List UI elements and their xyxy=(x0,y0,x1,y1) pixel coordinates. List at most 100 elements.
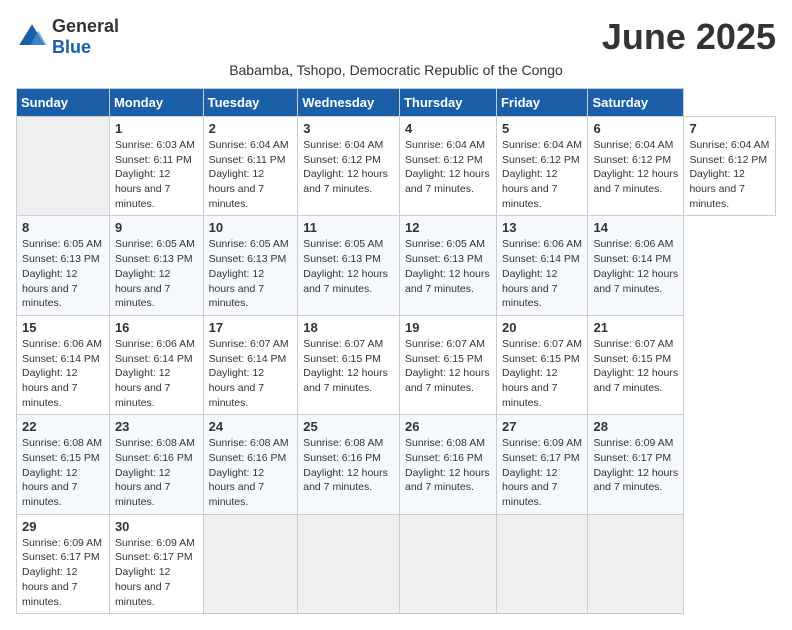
day-info: Sunrise: 6:05 AMSunset: 6:13 PMDaylight:… xyxy=(405,237,491,296)
day-number: 9 xyxy=(115,220,198,235)
column-header-wednesday: Wednesday xyxy=(298,89,400,117)
day-info: Sunrise: 6:06 AMSunset: 6:14 PMDaylight:… xyxy=(22,337,104,410)
day-info: Sunrise: 6:07 AMSunset: 6:15 PMDaylight:… xyxy=(303,337,394,396)
table-row: 8Sunrise: 6:05 AMSunset: 6:13 PMDaylight… xyxy=(17,216,110,315)
column-header-monday: Monday xyxy=(109,89,203,117)
day-info: Sunrise: 6:04 AMSunset: 6:12 PMDaylight:… xyxy=(502,138,582,211)
table-row: 27 Sunrise: 6:09 AMSunset: 6:17 PMDayligh… xyxy=(496,415,587,514)
table-row: 7Sunrise: 6:04 AMSunset: 6:12 PMDaylight… xyxy=(684,117,776,216)
table-row: 14Sunrise: 6:06 AMSunset: 6:14 PMDayligh… xyxy=(588,216,684,315)
day-info: Sunrise: 6:08 AMSunset: 6:16 PMDaylight:… xyxy=(303,436,394,495)
day-number: 26 xyxy=(405,419,491,434)
table-row: 16Sunrise: 6:06 AMSunset: 6:14 PMDayligh… xyxy=(109,315,203,414)
table-row xyxy=(298,514,400,613)
table-row xyxy=(496,514,587,613)
day-info: Sunrise: 6:09 AMSunset: 6:17 PMDaylight:… xyxy=(593,436,678,495)
table-row: 19 Sunrise: 6:07 AMSunset: 6:15 PMDayligh… xyxy=(399,315,496,414)
table-row: 15 Sunrise: 6:06 AMSunset: 6:14 PMDayligh… xyxy=(17,315,110,414)
day-info: Sunrise: 6:08 AMSunset: 6:16 PMDaylight:… xyxy=(115,436,198,509)
logo-blue: Blue xyxy=(52,37,91,57)
day-number: 4 xyxy=(405,121,491,136)
empty-cell xyxy=(17,117,110,216)
calendar-week-3: 15 Sunrise: 6:06 AMSunset: 6:14 PMDayligh… xyxy=(17,315,776,414)
day-info: Sunrise: 6:08 AMSunset: 6:15 PMDaylight:… xyxy=(22,436,104,509)
table-row: 12 Sunrise: 6:05 AMSunset: 6:13 PMDayligh… xyxy=(399,216,496,315)
day-number: 30 xyxy=(115,519,198,534)
day-info: Sunrise: 6:04 AMSunset: 6:12 PMDaylight:… xyxy=(405,138,491,197)
table-row: 4 Sunrise: 6:04 AMSunset: 6:12 PMDaylight… xyxy=(399,117,496,216)
table-row xyxy=(399,514,496,613)
table-row: 23 Sunrise: 6:08 AMSunset: 6:16 PMDayligh… xyxy=(109,415,203,514)
table-row: 25 Sunrise: 6:08 AMSunset: 6:16 PMDayligh… xyxy=(298,415,400,514)
day-info: Sunrise: 6:06 AMSunset: 6:14 PMDaylight:… xyxy=(502,237,582,310)
day-info: Sunrise: 6:09 AMSunset: 6:17 PMDaylight:… xyxy=(502,436,582,509)
day-number: 12 xyxy=(405,220,491,235)
day-number: 2 xyxy=(209,121,293,136)
table-row: 2 Sunrise: 6:04 AMSunset: 6:11 PMDaylight… xyxy=(203,117,298,216)
day-number: 21 xyxy=(593,320,678,335)
table-row: 11 Sunrise: 6:05 AMSunset: 6:13 PMDayligh… xyxy=(298,216,400,315)
column-header-sunday: Sunday xyxy=(17,89,110,117)
calendar-header-row: SundayMondayTuesdayWednesdayThursdayFrid… xyxy=(17,89,776,117)
day-number: 10 xyxy=(209,220,293,235)
day-number: 19 xyxy=(405,320,491,335)
day-info: Sunrise: 6:04 AMSunset: 6:12 PMDaylight:… xyxy=(593,138,678,197)
column-header-tuesday: Tuesday xyxy=(203,89,298,117)
table-row: 20 Sunrise: 6:07 AMSunset: 6:15 PMDayligh… xyxy=(496,315,587,414)
month-title: June 2025 xyxy=(602,16,776,58)
day-number: 29 xyxy=(22,519,104,534)
day-info: Sunrise: 6:05 AMSunset: 6:13 PMDaylight:… xyxy=(209,237,293,310)
day-info: Sunrise: 6:07 AMSunset: 6:15 PMDaylight:… xyxy=(502,337,582,410)
day-number: 11 xyxy=(303,220,394,235)
day-info: Sunrise: 6:05 AMSunset: 6:13 PMDaylight:… xyxy=(303,237,394,296)
table-row: 21 Sunrise: 6:07 AMSunset: 6:15 PMDayligh… xyxy=(588,315,684,414)
table-row: 5 Sunrise: 6:04 AMSunset: 6:12 PMDaylight… xyxy=(496,117,587,216)
day-number: 17 xyxy=(209,320,293,335)
day-info: Sunrise: 6:07 AMSunset: 6:15 PMDaylight:… xyxy=(405,337,491,396)
logo-general: General xyxy=(52,16,119,36)
logo-text: General Blue xyxy=(52,16,119,58)
day-number: 3 xyxy=(303,121,394,136)
table-row: 26Sunrise: 6:08 AMSunset: 6:16 PMDayligh… xyxy=(399,415,496,514)
subtitle: Babamba, Tshopo, Democratic Republic of … xyxy=(16,62,776,78)
day-number: 23 xyxy=(115,419,198,434)
table-row: 28Sunrise: 6:09 AMSunset: 6:17 PMDayligh… xyxy=(588,415,684,514)
day-number: 15 xyxy=(22,320,104,335)
column-header-friday: Friday xyxy=(496,89,587,117)
table-row xyxy=(588,514,684,613)
table-row: 3 Sunrise: 6:04 AMSunset: 6:12 PMDaylight… xyxy=(298,117,400,216)
table-row: 17 Sunrise: 6:07 AMSunset: 6:14 PMDayligh… xyxy=(203,315,298,414)
day-number: 18 xyxy=(303,320,394,335)
table-row: 9 Sunrise: 6:05 AMSunset: 6:13 PMDaylight… xyxy=(109,216,203,315)
day-number: 24 xyxy=(209,419,293,434)
day-info: Sunrise: 6:04 AMSunset: 6:11 PMDaylight:… xyxy=(209,138,293,211)
day-number: 22 xyxy=(22,419,104,434)
day-number: 14 xyxy=(593,220,678,235)
day-number: 25 xyxy=(303,419,394,434)
table-row: 6 Sunrise: 6:04 AMSunset: 6:12 PMDaylight… xyxy=(588,117,684,216)
day-number: 20 xyxy=(502,320,582,335)
day-number: 7 xyxy=(689,121,770,136)
day-info: Sunrise: 6:06 AMSunset: 6:14 PMDaylight:… xyxy=(115,337,198,410)
header: General Blue June 2025 xyxy=(16,16,776,58)
day-info: Sunrise: 6:05 AMSunset: 6:13 PMDaylight:… xyxy=(115,237,198,310)
table-row: 18 Sunrise: 6:07 AMSunset: 6:15 PMDayligh… xyxy=(298,315,400,414)
day-info: Sunrise: 6:07 AMSunset: 6:15 PMDaylight:… xyxy=(593,337,678,396)
day-number: 5 xyxy=(502,121,582,136)
day-info: Sunrise: 6:09 AMSunset: 6:17 PMDaylight:… xyxy=(22,536,104,609)
day-info: Sunrise: 6:04 AMSunset: 6:12 PMDaylight:… xyxy=(303,138,394,197)
day-number: 6 xyxy=(593,121,678,136)
day-info: Sunrise: 6:07 AMSunset: 6:14 PMDaylight:… xyxy=(209,337,293,410)
table-row: 10 Sunrise: 6:05 AMSunset: 6:13 PMDayligh… xyxy=(203,216,298,315)
logo: General Blue xyxy=(16,16,119,58)
table-row: 22 Sunrise: 6:08 AMSunset: 6:15 PMDayligh… xyxy=(17,415,110,514)
column-header-thursday: Thursday xyxy=(399,89,496,117)
table-row xyxy=(203,514,298,613)
day-number: 1 xyxy=(115,121,198,136)
day-info: Sunrise: 6:08 AMSunset: 6:16 PMDaylight:… xyxy=(209,436,293,509)
day-number: 27 xyxy=(502,419,582,434)
calendar-week-4: 22 Sunrise: 6:08 AMSunset: 6:15 PMDayligh… xyxy=(17,415,776,514)
calendar-week-2: 8 Sunrise: 6:05 AMSunset: 6:13 PMDaylight… xyxy=(17,216,776,315)
day-info: Sunrise: 6:03 AMSunset: 6:11 PMDaylight:… xyxy=(115,138,198,211)
day-number: 8 xyxy=(22,220,104,235)
